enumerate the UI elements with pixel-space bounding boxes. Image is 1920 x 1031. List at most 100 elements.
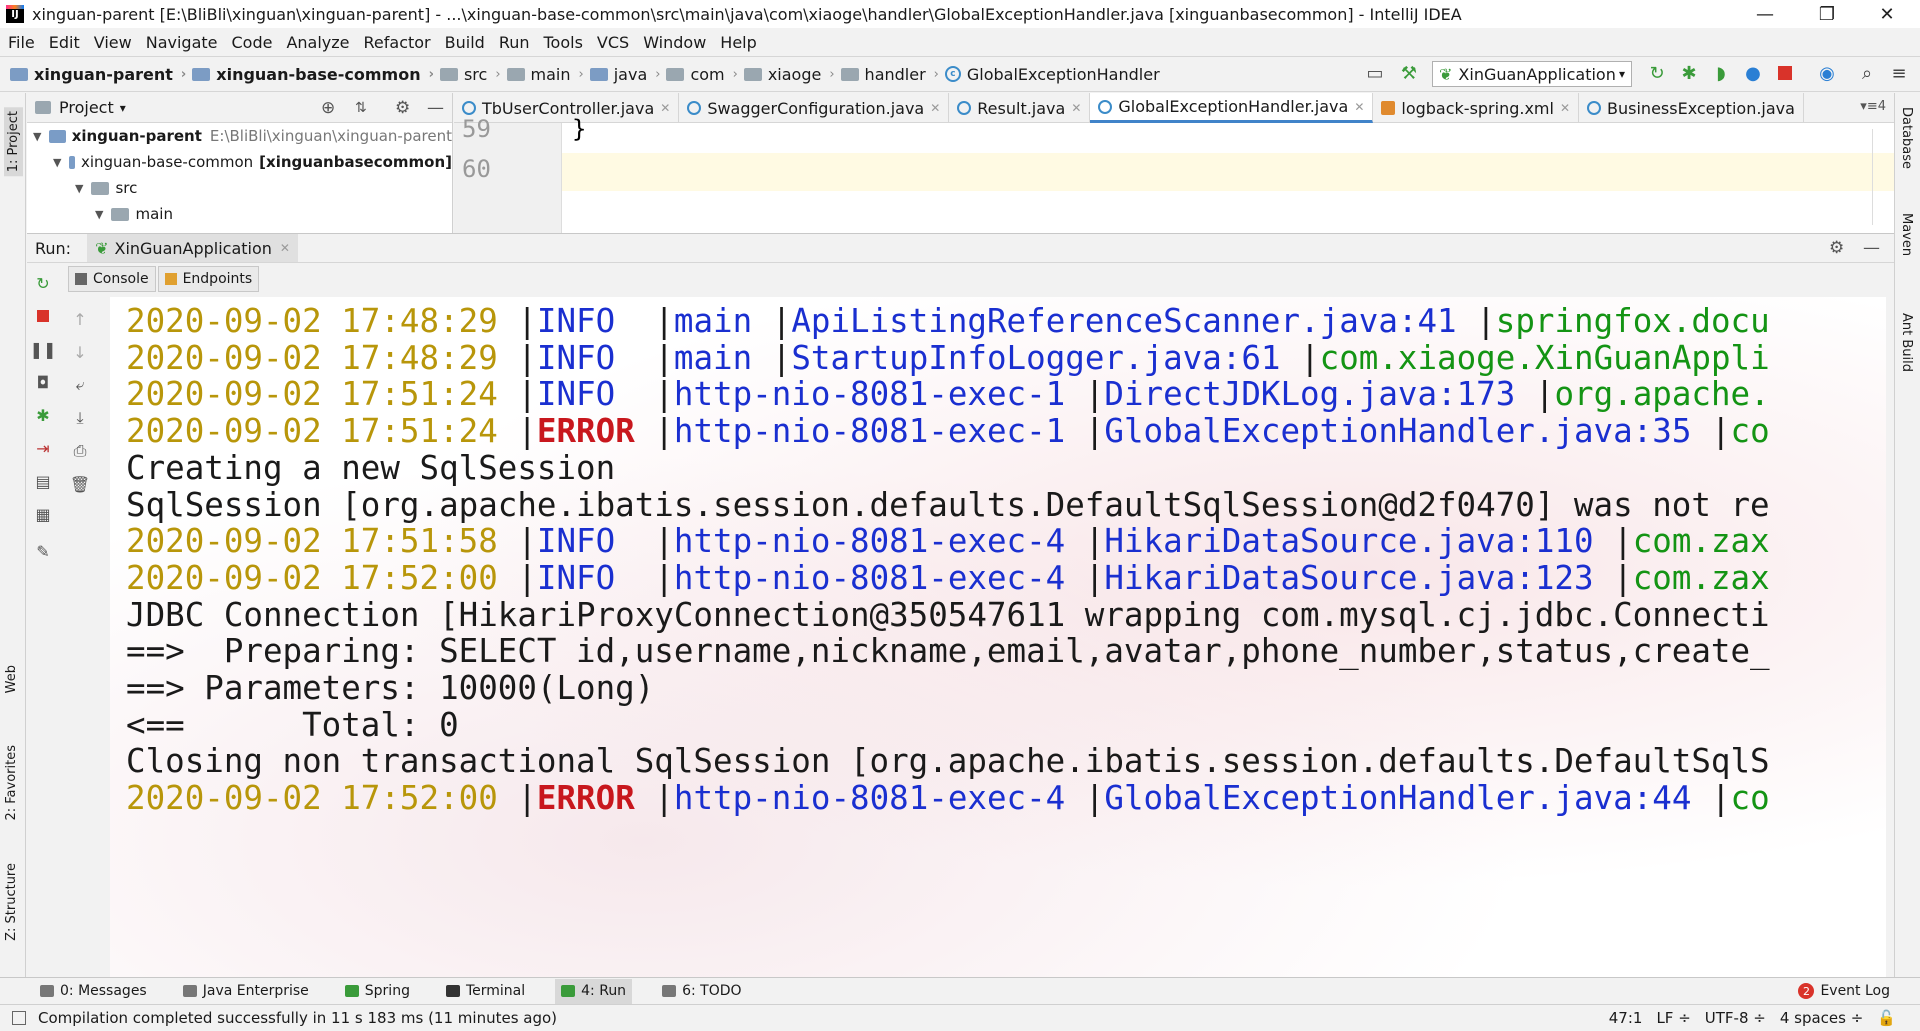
tool-structure[interactable]: Z: Structure bbox=[4, 863, 19, 941]
trash-icon[interactable]: 🗑 bbox=[70, 474, 90, 494]
close-tab-icon[interactable]: ✕ bbox=[1560, 101, 1570, 115]
tool-ant-build[interactable]: Ant Build bbox=[1899, 313, 1914, 372]
breadcrumb-java[interactable]: java › bbox=[589, 65, 660, 84]
tab-java-enterprise[interactable]: Java Enterprise bbox=[177, 979, 315, 1004]
menu-run[interactable]: Run bbox=[499, 33, 530, 52]
breadcrumb-handler[interactable]: handler › bbox=[840, 65, 939, 84]
stop-icon[interactable] bbox=[1774, 62, 1796, 84]
breadcrumb-com[interactable]: com › bbox=[666, 65, 738, 84]
breadcrumb-src[interactable]: src › bbox=[439, 65, 501, 84]
tab-endpoints[interactable]: Endpoints bbox=[157, 266, 260, 292]
menu-analyze[interactable]: Analyze bbox=[286, 33, 349, 52]
breadcrumb-class[interactable]: c GlobalExceptionHandler bbox=[944, 65, 1160, 84]
tab-result[interactable]: Result.java ✕ bbox=[949, 93, 1091, 123]
file-encoding[interactable]: UTF-8 ÷ bbox=[1705, 1009, 1766, 1027]
close-tab-icon[interactable]: ✕ bbox=[1354, 100, 1364, 114]
breadcrumb-main[interactable]: main › bbox=[506, 65, 584, 84]
tool-database[interactable]: Database bbox=[1899, 107, 1914, 169]
arrow-down-icon[interactable]: ↓ bbox=[70, 342, 90, 362]
search-icon[interactable]: ⌕ bbox=[1856, 62, 1878, 84]
arrow-up-icon[interactable]: ↑ bbox=[70, 309, 90, 329]
rerun-icon[interactable]: ↻ bbox=[1646, 62, 1668, 84]
tree-item-src[interactable]: ▼ src bbox=[27, 175, 452, 201]
ide-menu-icon[interactable]: ≡ bbox=[1888, 62, 1910, 84]
exit-icon[interactable]: ⇥ bbox=[33, 438, 53, 458]
pin-icon[interactable]: ✎ bbox=[33, 541, 53, 561]
code-editor[interactable]: 59 60 } bbox=[454, 115, 1894, 233]
close-tab-icon[interactable]: ✕ bbox=[280, 241, 290, 255]
menu-file[interactable]: File bbox=[8, 33, 35, 52]
event-log-button[interactable]: 2 Event Log bbox=[1798, 983, 1890, 999]
scroll-to-end-icon[interactable]: ⤓ bbox=[70, 408, 90, 428]
lock-icon[interactable]: 🔓 bbox=[1877, 1009, 1896, 1027]
tree-item-main[interactable]: ▼ main bbox=[27, 201, 452, 227]
indent-setting[interactable]: 4 spaces ÷ bbox=[1780, 1009, 1863, 1027]
toggle-tool-windows-icon[interactable] bbox=[12, 1010, 26, 1025]
caret-position[interactable]: 47:1 bbox=[1609, 1009, 1643, 1027]
screenshot-camera-icon[interactable]: ◘ bbox=[33, 372, 53, 392]
update-icon[interactable]: ◉ bbox=[1816, 62, 1838, 84]
tool-maven[interactable]: Maven bbox=[1899, 213, 1914, 256]
tab-globalexceptionhandler[interactable]: GlobalExceptionHandler.java ✕ bbox=[1090, 93, 1374, 123]
menu-build[interactable]: Build bbox=[445, 33, 485, 52]
line-separator[interactable]: LF ÷ bbox=[1656, 1009, 1690, 1027]
debug-bug-icon[interactable]: ✱ bbox=[1678, 62, 1700, 84]
gear-icon[interactable]: ⚙ bbox=[1829, 238, 1844, 258]
menu-edit[interactable]: Edit bbox=[49, 33, 80, 52]
menu-vcs[interactable]: VCS bbox=[597, 33, 629, 52]
breadcrumb-xiaoge[interactable]: xiaoge › bbox=[743, 65, 835, 84]
close-tab-icon[interactable]: ✕ bbox=[1071, 101, 1081, 115]
menu-refactor[interactable]: Refactor bbox=[364, 33, 431, 52]
profile-icon[interactable]: ● bbox=[1742, 62, 1764, 84]
gear-icon[interactable]: ⚙ bbox=[395, 98, 410, 118]
tool-project[interactable]: 1: Project bbox=[4, 107, 23, 177]
tab-terminal[interactable]: Terminal bbox=[440, 979, 531, 1004]
run-tab-xinguanapplication[interactable]: ❦ XinGuanApplication ✕ bbox=[87, 234, 298, 262]
menu-code[interactable]: Code bbox=[232, 33, 273, 52]
rerun-icon[interactable]: ↻ bbox=[33, 273, 53, 293]
tool-web[interactable]: Web bbox=[4, 665, 19, 693]
tree-item-xinguan-base-common[interactable]: ▼ xinguan-base-common [xinguanbasecommon… bbox=[27, 149, 452, 175]
open-terminal-icon[interactable]: ▭ bbox=[1364, 62, 1386, 84]
tab-swaggerconfiguration[interactable]: SwaggerConfiguration.java ✕ bbox=[679, 93, 950, 123]
coverage-icon[interactable]: ◗ bbox=[1710, 62, 1732, 84]
stop-icon[interactable] bbox=[33, 306, 53, 326]
tab-businessexception[interactable]: BusinessException.java bbox=[1579, 93, 1804, 123]
tree-item-xinguan-parent[interactable]: ▼ xinguan-parent E:\BliBli\xinguan\xingu… bbox=[27, 123, 452, 149]
collapse-all-icon[interactable]: ⇅ bbox=[355, 100, 367, 116]
status-message[interactable]: Compilation completed successfully in 11… bbox=[38, 1009, 557, 1027]
hide-panel-icon[interactable]: — bbox=[427, 98, 444, 118]
chevron-down-icon[interactable]: ▾ bbox=[120, 101, 126, 115]
debug-bug-icon[interactable]: ✱ bbox=[33, 405, 53, 425]
menu-window[interactable]: Window bbox=[643, 33, 706, 52]
breadcrumb-module[interactable]: xinguan-base-common › bbox=[192, 65, 434, 84]
tab-overflow-indicator[interactable]: ▾≡4 bbox=[1860, 99, 1886, 114]
locate-target-icon[interactable]: ⊕ bbox=[321, 98, 335, 118]
restore-layout-icon[interactable]: ▤ bbox=[33, 471, 53, 491]
tab-spring[interactable]: Spring bbox=[339, 979, 416, 1004]
close-button[interactable]: ✕ bbox=[1857, 0, 1917, 28]
build-hammer-icon[interactable]: ⚒ bbox=[1398, 62, 1420, 84]
pause-icon[interactable]: ❚❚ bbox=[30, 339, 57, 359]
menu-tools[interactable]: Tools bbox=[544, 33, 583, 52]
menu-navigate[interactable]: Navigate bbox=[146, 33, 218, 52]
run-configuration-dropdown[interactable]: ❦ XinGuanApplication ▾ bbox=[1432, 61, 1632, 87]
soft-wrap-icon[interactable]: ⤶ bbox=[70, 375, 90, 395]
editor-scrollbar[interactable] bbox=[1872, 129, 1882, 225]
project-panel-title[interactable]: Project bbox=[59, 98, 114, 117]
maximize-button[interactable]: ❐ bbox=[1797, 0, 1857, 28]
tab-todo[interactable]: 6: TODO bbox=[656, 979, 747, 1004]
breadcrumb-project[interactable]: xinguan-parent › bbox=[10, 65, 186, 84]
tab-console[interactable]: Console bbox=[68, 266, 156, 292]
layout-icon[interactable]: ▦ bbox=[33, 504, 53, 524]
tab-logback-spring[interactable]: logback-spring.xml ✕ bbox=[1373, 93, 1580, 123]
hide-panel-icon[interactable]: — bbox=[1863, 238, 1880, 258]
menu-view[interactable]: View bbox=[94, 33, 132, 52]
close-tab-icon[interactable]: ✕ bbox=[930, 101, 940, 115]
tool-favorites[interactable]: 2: Favorites bbox=[4, 745, 19, 821]
minimize-button[interactable]: — bbox=[1735, 0, 1795, 28]
close-tab-icon[interactable]: ✕ bbox=[660, 101, 670, 115]
tab-messages[interactable]: 0: Messages bbox=[34, 979, 153, 1004]
console-output[interactable]: 2020-09-02 17:48:29 |INFO |main |ApiList… bbox=[110, 297, 1886, 977]
print-icon[interactable]: ⎙ bbox=[70, 441, 90, 461]
